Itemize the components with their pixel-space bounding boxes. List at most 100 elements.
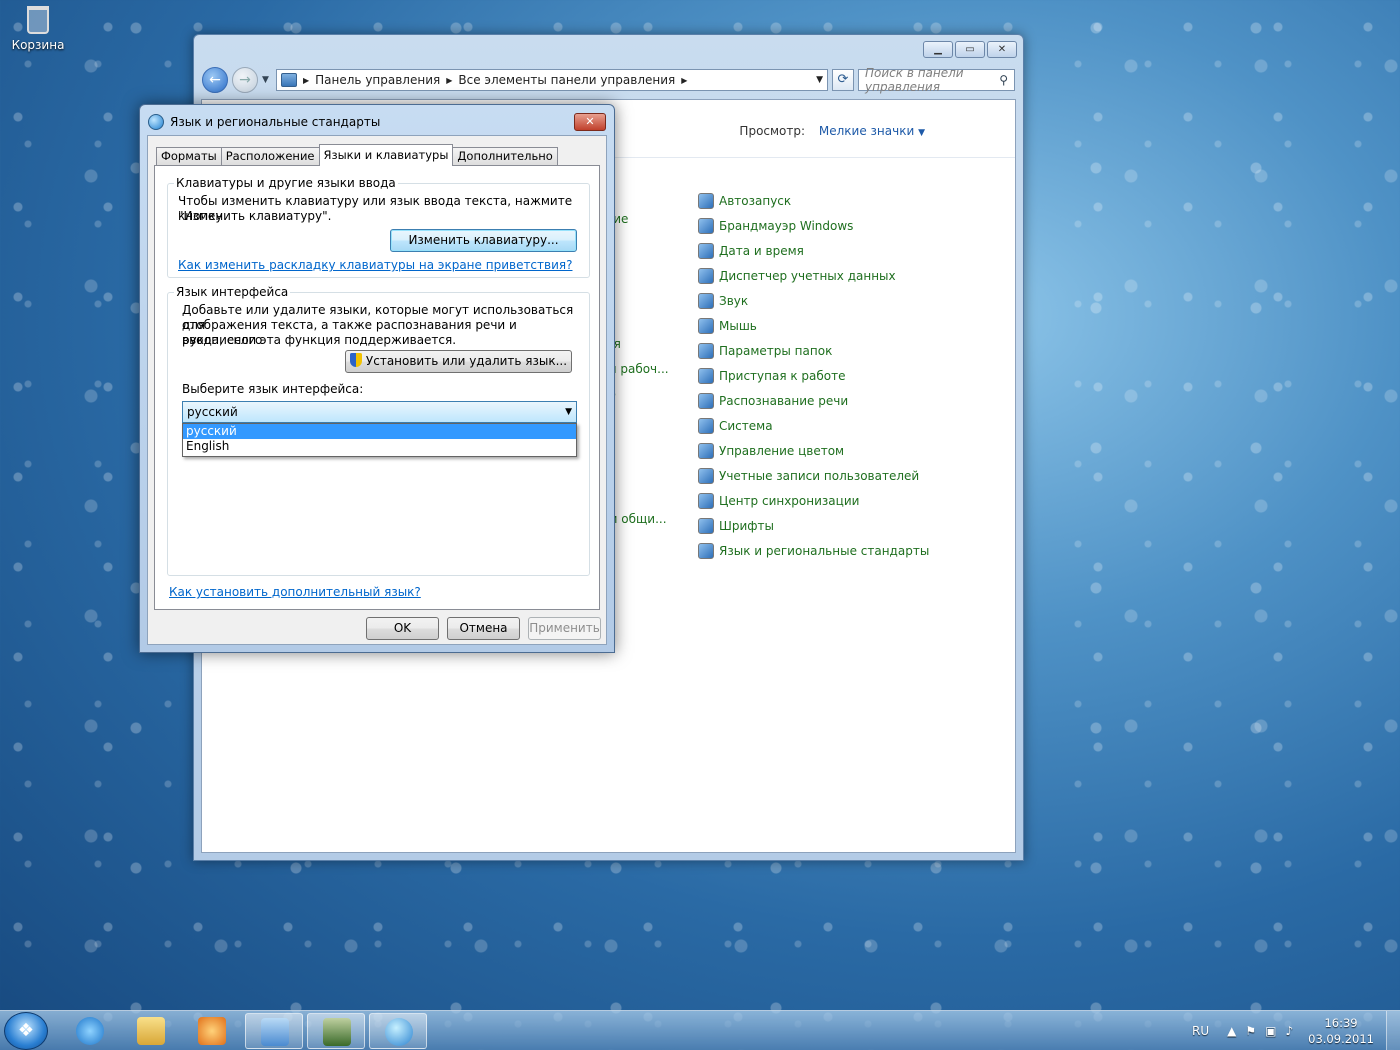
uac-shield-icon bbox=[349, 353, 362, 367]
getting-started-icon bbox=[698, 367, 714, 384]
cp-item-sound[interactable]: Звук bbox=[698, 288, 929, 313]
search-placeholder: Поиск в панели управления bbox=[865, 66, 964, 94]
display-language-group-title: Язык интерфейса bbox=[174, 285, 291, 299]
view-label: Просмотр: bbox=[739, 124, 806, 138]
cp-item-firewall[interactable]: Брандмауэр Windows bbox=[698, 213, 929, 238]
dialog-body: Форматы Расположение Языки и клавиатуры … bbox=[147, 135, 607, 645]
cp-item-folder-options[interactable]: Параметры папок bbox=[698, 338, 929, 363]
system-icon bbox=[698, 417, 714, 434]
globe-icon bbox=[698, 542, 714, 559]
address-bar[interactable]: ▶ Панель управления ▶ Все элементы панел… bbox=[276, 69, 828, 91]
taskbar: ❖ RU ▲ ⚑ ▣ ♪ 16:39 03.09.2011 bbox=[0, 1010, 1400, 1050]
minimize-button[interactable]: ▁ bbox=[923, 41, 953, 58]
language-option-english[interactable]: English bbox=[183, 439, 576, 454]
taskbar-monitor[interactable] bbox=[307, 1013, 365, 1049]
breadcrumb-arrow-icon[interactable]: ▶ bbox=[303, 76, 309, 85]
cp-item-label: Автозапуск bbox=[719, 193, 792, 208]
search-input[interactable]: Поиск в панели управления ⚲ bbox=[858, 66, 1015, 94]
monitor-icon bbox=[323, 1018, 351, 1046]
cp-item-label: Мышь bbox=[719, 318, 757, 333]
cp-item-getting-started[interactable]: Приступая к работе bbox=[698, 363, 929, 388]
chevron-down-icon[interactable]: ▼ bbox=[565, 407, 572, 417]
change-keyboards-button[interactable]: Изменить клавиатуру... bbox=[390, 229, 577, 252]
window-caption-buttons: ▁ ▭ ✕ bbox=[923, 41, 1017, 58]
apply-button[interactable]: Применить bbox=[528, 617, 601, 640]
mouse-icon bbox=[698, 317, 714, 334]
taskbar-control-panel[interactable] bbox=[245, 1013, 303, 1049]
color-management-icon bbox=[698, 442, 714, 459]
install-additional-language-link[interactable]: Как установить дополнительный язык? bbox=[169, 585, 421, 599]
chevron-down-icon[interactable]: ▼ bbox=[918, 128, 925, 138]
folder-options-icon bbox=[698, 342, 714, 359]
control-panel-items: Автозапуск Брандмауэр Windows Дата и вре… bbox=[698, 188, 929, 563]
region-language-dialog: Язык и региональные стандарты ✕ Форматы … bbox=[139, 104, 615, 653]
cp-item-label: Управление цветом bbox=[719, 443, 845, 458]
close-button[interactable]: ✕ bbox=[987, 41, 1017, 58]
credential-manager-icon bbox=[698, 267, 714, 284]
view-value-link[interactable]: Мелкие значки bbox=[819, 124, 914, 138]
cp-item-label: Шрифты bbox=[719, 518, 774, 533]
volume-icon[interactable]: ♪ bbox=[1285, 1024, 1293, 1038]
cp-item-label: Учетные записи пользователей bbox=[719, 468, 920, 483]
action-center-flag-icon[interactable]: ⚑ bbox=[1245, 1024, 1256, 1038]
refresh-button[interactable]: ⟳ bbox=[832, 69, 854, 91]
address-dropdown-icon[interactable]: ▼ bbox=[816, 75, 823, 85]
network-icon[interactable]: ▣ bbox=[1265, 1024, 1276, 1038]
language-option-russian[interactable]: русский bbox=[183, 424, 576, 439]
taskbar-explorer[interactable] bbox=[122, 1013, 180, 1049]
recent-pages-dropdown[interactable]: ▼ bbox=[262, 75, 272, 85]
cp-item-autoplay[interactable]: Автозапуск bbox=[698, 188, 929, 213]
cp-item-label: Дата и время bbox=[719, 243, 804, 258]
cp-item-label: Центр синхронизации bbox=[719, 493, 860, 508]
breadcrumb-arrow-icon[interactable]: ▶ bbox=[681, 76, 687, 85]
cp-item-color-management[interactable]: Управление цветом bbox=[698, 438, 929, 463]
cancel-button[interactable]: Отмена bbox=[447, 617, 520, 640]
cp-item-fonts[interactable]: Шрифты bbox=[698, 513, 929, 538]
ok-button[interactable]: OK bbox=[366, 617, 439, 640]
dialog-close-button[interactable]: ✕ bbox=[574, 113, 606, 131]
internet-explorer-icon bbox=[76, 1017, 104, 1045]
install-uninstall-label: Установить или удалить язык... bbox=[365, 354, 568, 368]
recycle-bin[interactable]: Корзина bbox=[8, 4, 68, 52]
breadcrumb-arrow-icon[interactable]: ▶ bbox=[446, 76, 452, 85]
show-desktop-button[interactable] bbox=[1386, 1011, 1400, 1050]
cp-item-label: Диспетчер учетных данных bbox=[719, 268, 896, 283]
breadcrumb-control-panel[interactable]: Панель управления bbox=[315, 73, 440, 87]
clock-date: 03.09.2011 bbox=[1308, 1032, 1374, 1046]
cp-item-credential-manager[interactable]: Диспетчер учетных данных bbox=[698, 263, 929, 288]
dialog-title-bar: Язык и региональные стандарты bbox=[148, 114, 380, 130]
system-tray: RU ▲ ⚑ ▣ ♪ 16:39 03.09.2011 bbox=[1192, 1011, 1400, 1050]
tab-location[interactable]: Расположение bbox=[220, 147, 320, 166]
back-button[interactable]: ← bbox=[202, 67, 228, 93]
welcome-screen-layout-link[interactable]: Как изменить раскладку клавиатуры на экр… bbox=[178, 258, 572, 272]
forward-button[interactable]: → bbox=[232, 67, 258, 93]
tab-administrative[interactable]: Дополнительно bbox=[452, 147, 558, 166]
tab-keyboards-languages[interactable]: Языки и клавиатуры bbox=[318, 144, 454, 166]
search-icon[interactable]: ⚲ bbox=[999, 73, 1008, 87]
cp-item-date-time[interactable]: Дата и время bbox=[698, 238, 929, 263]
maximize-button[interactable]: ▭ bbox=[955, 41, 985, 58]
control-panel-icon bbox=[261, 1018, 289, 1046]
view-selector: Просмотр: Мелкие значки ▼ bbox=[739, 124, 925, 138]
cp-item-label: Распознавание речи bbox=[719, 393, 849, 408]
display-language-select[interactable]: русский ▼ bbox=[182, 401, 577, 423]
taskbar-region[interactable] bbox=[369, 1013, 427, 1049]
cp-item-region-language[interactable]: Язык и региональные стандарты bbox=[698, 538, 929, 563]
cp-item-user-accounts[interactable]: Учетные записи пользователей bbox=[698, 463, 929, 488]
language-indicator[interactable]: RU bbox=[1192, 1024, 1209, 1038]
display-language-dropdown: русский English bbox=[182, 423, 577, 457]
taskbar-media-player[interactable] bbox=[183, 1013, 241, 1049]
cp-item-speech-recognition[interactable]: Распознавание речи bbox=[698, 388, 929, 413]
clock[interactable]: 16:39 03.09.2011 bbox=[1308, 1015, 1374, 1047]
start-button[interactable]: ❖ bbox=[4, 1012, 48, 1050]
taskbar-ie[interactable] bbox=[61, 1013, 119, 1049]
show-hidden-icons-icon[interactable]: ▲ bbox=[1227, 1024, 1236, 1038]
microphone-icon bbox=[698, 392, 714, 409]
breadcrumb-all-items[interactable]: Все элементы панели управления bbox=[458, 73, 675, 87]
cp-item-label: Язык и региональные стандарты bbox=[719, 543, 930, 558]
install-uninstall-languages-button[interactable]: Установить или удалить язык... bbox=[345, 350, 572, 373]
tab-formats[interactable]: Форматы bbox=[156, 147, 222, 166]
cp-item-mouse[interactable]: Мышь bbox=[698, 313, 929, 338]
cp-item-sync-center[interactable]: Центр синхронизации bbox=[698, 488, 929, 513]
cp-item-system[interactable]: Система bbox=[698, 413, 929, 438]
